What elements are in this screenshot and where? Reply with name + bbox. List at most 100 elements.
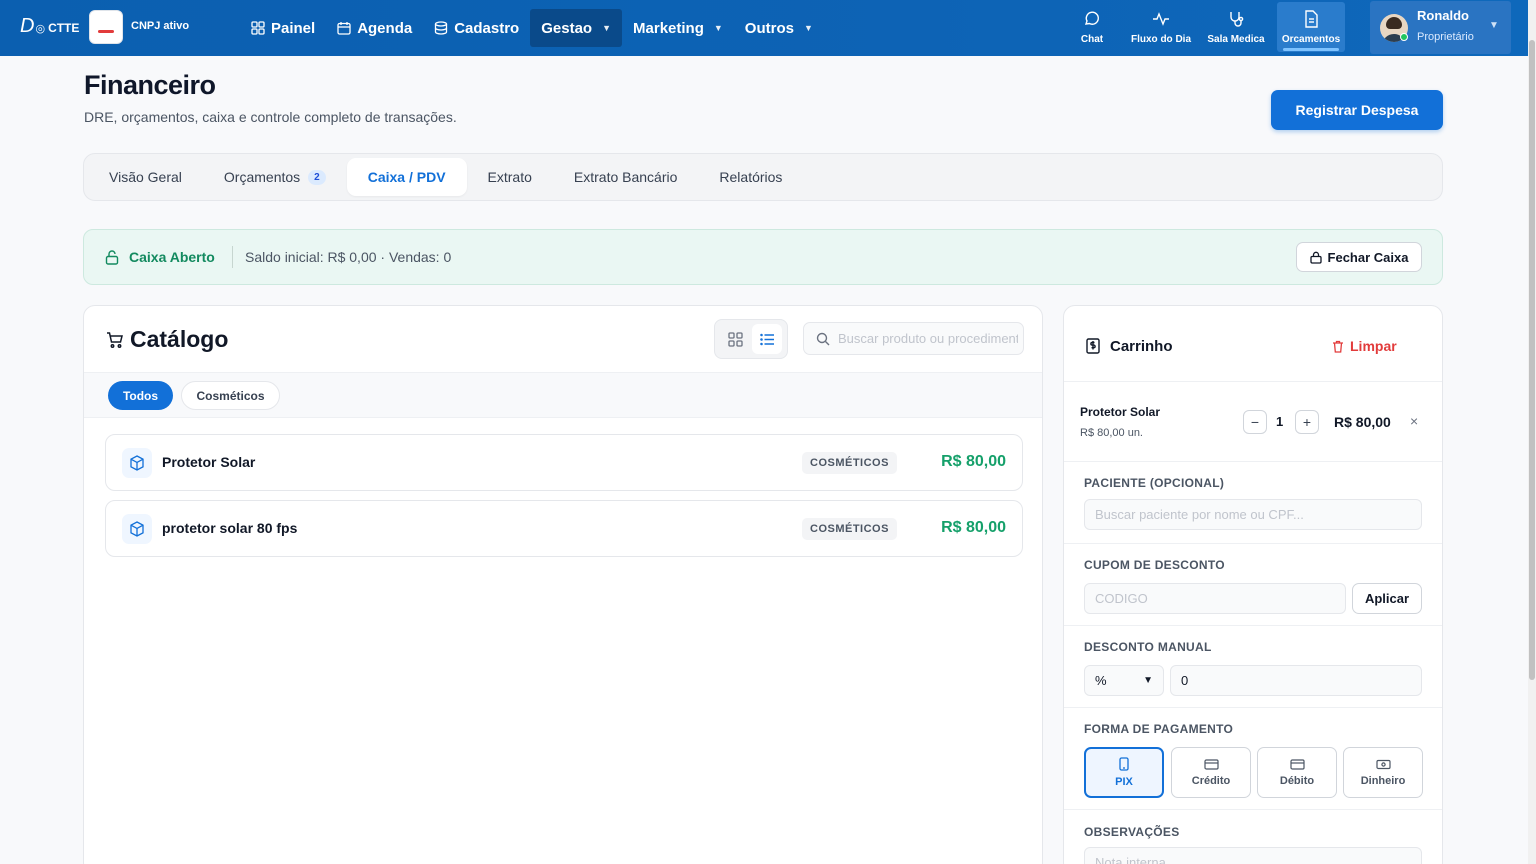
nav-label: Marketing <box>633 19 704 37</box>
product-row[interactable]: Protetor Solar COSMÉTICOS R$ 80,00 <box>105 434 1023 491</box>
select-value: % <box>1095 673 1107 688</box>
clear-cart-button[interactable]: Limpar <box>1332 338 1397 354</box>
quick-label: Orcamentos <box>1281 33 1341 45</box>
chevron-down-icon: ▼ <box>713 23 723 33</box>
payment-label-text: Dinheiro <box>1360 774 1406 787</box>
remove-item-button[interactable]: × <box>1410 413 1418 429</box>
payment-credito[interactable]: Crédito <box>1171 747 1251 798</box>
trash-icon <box>1333 340 1343 353</box>
item-quantity: 1 <box>1276 414 1284 429</box>
quick-chat[interactable]: Chat <box>1071 2 1113 52</box>
search-input[interactable] <box>838 331 1018 346</box>
notes-label: OBSERVAÇÕES <box>1084 825 1180 839</box>
nav-painel[interactable]: Painel <box>240 9 326 47</box>
category-filter-bar: Todos Cosméticos <box>84 372 1042 418</box>
lock-icon <box>1309 251 1322 264</box>
list-view-button[interactable] <box>752 324 782 354</box>
logo-letter: D <box>20 15 35 37</box>
coupon-label: CUPOM DE DESCONTO <box>1084 558 1225 572</box>
patient-search-input[interactable] <box>1084 499 1422 530</box>
discount-value-input[interactable] <box>1170 665 1422 696</box>
apply-coupon-button[interactable]: Aplicar <box>1352 583 1422 614</box>
product-price: R$ 80,00 <box>941 453 1006 470</box>
page-title: Financeiro <box>84 70 216 100</box>
increase-qty-button[interactable]: + <box>1295 410 1319 434</box>
nav-marketing[interactable]: Marketing ▼ <box>622 9 734 47</box>
nav-outros[interactable]: Outros ▼ <box>734 9 824 47</box>
product-price: R$ 80,00 <box>941 519 1006 536</box>
discount-type-select[interactable]: % ▼ <box>1084 665 1164 696</box>
nav-cadastro[interactable]: Cadastro <box>423 9 530 47</box>
quick-orcamentos[interactable]: Orcamentos <box>1277 2 1345 52</box>
nav-gestao[interactable]: Gestao ▼ <box>530 9 623 47</box>
tab-label: Extrato Bancário <box>573 169 678 185</box>
chevron-down-icon: ▼ <box>602 23 612 33</box>
chevron-down-icon: ▼ <box>803 23 813 33</box>
grid-icon <box>251 21 265 35</box>
count-badge: 2 <box>308 169 326 185</box>
payment-debito[interactable]: Débito <box>1257 747 1337 798</box>
nav-label: Cadastro <box>454 19 520 37</box>
page-subtitle: DRE, orçamentos, caixa e controle comple… <box>84 109 457 125</box>
tab-label: Orçamentos <box>223 169 301 185</box>
catalog-title-text: Catálogo <box>130 326 229 352</box>
chevron-down-icon: ▼ <box>1143 675 1153 686</box>
tab-extrato[interactable]: Extrato <box>467 158 553 196</box>
tab-orcamentos[interactable]: Orçamentos 2 <box>203 158 347 196</box>
logo-circle-icon: ◎ <box>35 23 46 35</box>
receipt-icon <box>1086 338 1100 354</box>
view-toggle <box>714 319 788 359</box>
user-name: Ronaldo <box>1417 8 1469 23</box>
coupon-section: CUPOM DE DESCONTO Aplicar <box>1064 544 1442 626</box>
package-icon <box>122 514 152 544</box>
app-logo[interactable]: D ◎ CTTE <box>20 15 79 38</box>
button-label: Fechar Caixa <box>1327 249 1409 265</box>
coupon-input[interactable] <box>1084 583 1346 614</box>
grid-view-button[interactable] <box>720 324 750 354</box>
cart-header: Carrinho Limpar <box>1064 306 1442 382</box>
top-navbar: D ◎ CTTE CNPJ ativo Painel Agenda Cadast… <box>0 0 1528 56</box>
quick-fluxo[interactable]: Fluxo do Dia <box>1127 2 1195 52</box>
tab-label: Relatórios <box>719 169 783 185</box>
discount-section: DESCONTO MANUAL % ▼ <box>1064 626 1442 708</box>
grid-icon <box>727 331 743 347</box>
tab-label: Visão Geral <box>109 169 182 185</box>
package-icon <box>122 448 152 478</box>
company-logo[interactable] <box>89 10 123 44</box>
cart-item: Protetor Solar R$ 80,00 un. − 1 + R$ 80,… <box>1064 382 1442 462</box>
scrollbar-thumb[interactable] <box>1529 40 1535 680</box>
register-expense-button[interactable]: Registrar Despesa <box>1271 90 1443 130</box>
nav-agenda[interactable]: Agenda <box>326 9 423 47</box>
tab-visao-geral[interactable]: Visão Geral <box>88 158 203 196</box>
product-row[interactable]: protetor solar 80 fps COSMÉTICOS R$ 80,0… <box>105 500 1023 557</box>
main-nav: Painel Agenda Cadastro Gestao ▼ Marketin… <box>240 9 824 47</box>
close-cash-button[interactable]: Fechar Caixa <box>1296 242 1422 272</box>
smartphone-icon <box>1119 757 1129 771</box>
banknote-icon <box>1375 759 1391 769</box>
cash-status: Caixa Aberto <box>129 249 215 265</box>
nav-label: Gestao <box>541 19 593 37</box>
tab-extrato-bancario[interactable]: Extrato Bancário <box>553 158 699 196</box>
discount-label: DESCONTO MANUAL <box>1084 640 1212 654</box>
page-scrollbar[interactable] <box>1528 0 1536 864</box>
user-role: Proprietário <box>1417 31 1474 43</box>
button-label: Limpar <box>1350 338 1397 354</box>
tab-label: Extrato <box>487 169 532 185</box>
filter-todos[interactable]: Todos <box>108 381 173 410</box>
product-search <box>803 322 1024 355</box>
filter-cosmeticos[interactable]: Cosméticos <box>181 381 280 410</box>
product-name: protetor solar 80 fps <box>162 520 298 536</box>
payment-dinheiro[interactable]: Dinheiro <box>1343 747 1423 798</box>
database-icon <box>435 21 448 35</box>
tab-label: Caixa / PDV <box>367 169 446 185</box>
tab-relatorios[interactable]: Relatórios <box>698 158 803 196</box>
notes-input[interactable] <box>1084 847 1422 864</box>
patient-label: PACIENTE (OPCIONAL) <box>1084 476 1225 490</box>
document-icon <box>1305 9 1318 28</box>
cash-register-banner: Caixa Aberto Saldo inicial: R$ 0,00 · Ve… <box>83 229 1443 285</box>
payment-pix[interactable]: PIX <box>1084 747 1164 798</box>
payment-label-text: Crédito <box>1191 774 1231 787</box>
quick-sala-medica[interactable]: Sala Medica <box>1204 2 1268 52</box>
decrease-qty-button[interactable]: − <box>1243 410 1267 434</box>
tab-caixa-pdv[interactable]: Caixa / PDV <box>346 158 467 196</box>
